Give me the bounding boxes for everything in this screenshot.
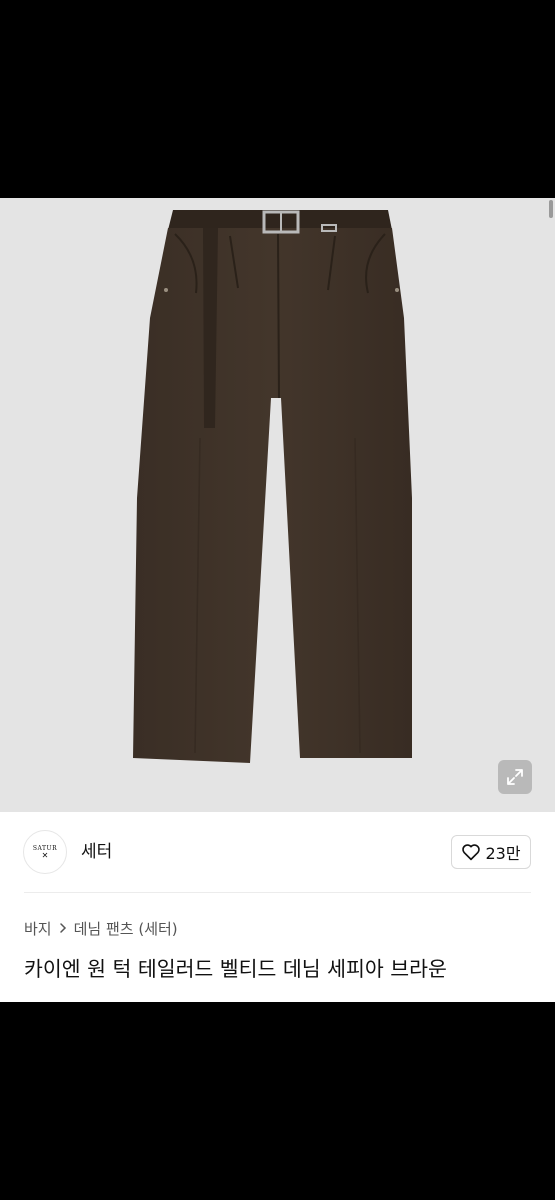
bottom-blank-area [0,1002,555,1200]
like-count: 23만 [485,844,521,863]
chevron-right-icon [59,923,66,933]
divider [24,892,531,893]
seller-row[interactable]: SATUR ✕ 세터 23만 [0,812,555,892]
product-image[interactable] [0,198,555,812]
top-blank-area [0,0,555,198]
breadcrumb-category[interactable]: 바지 [24,918,52,939]
product-info-panel: SATUR ✕ 세터 23만 바지 데님 팬츠 (세터) 카이엔 원 턱 테일러… [0,812,555,1002]
expand-image-button[interactable] [498,760,532,794]
product-title: 카이엔 원 턱 테일러드 벨티드 데님 세피아 브라운 [24,957,447,981]
seller-avatar[interactable]: SATUR ✕ [23,830,67,874]
seller-name[interactable]: 세터 [81,841,112,863]
pants-body [133,228,412,763]
breadcrumb-subcategory[interactable]: 데님 팬츠 (세터) [74,918,178,939]
pants-illustration [133,210,412,763]
scrollbar[interactable] [549,200,553,218]
avatar-logo-mark-icon: ✕ [41,850,49,860]
like-button[interactable]: 23만 [451,835,531,869]
expand-arrows-icon [507,769,523,785]
heart-outline-icon [462,844,481,861]
breadcrumb: 바지 데님 팬츠 (세터) [24,918,178,938]
